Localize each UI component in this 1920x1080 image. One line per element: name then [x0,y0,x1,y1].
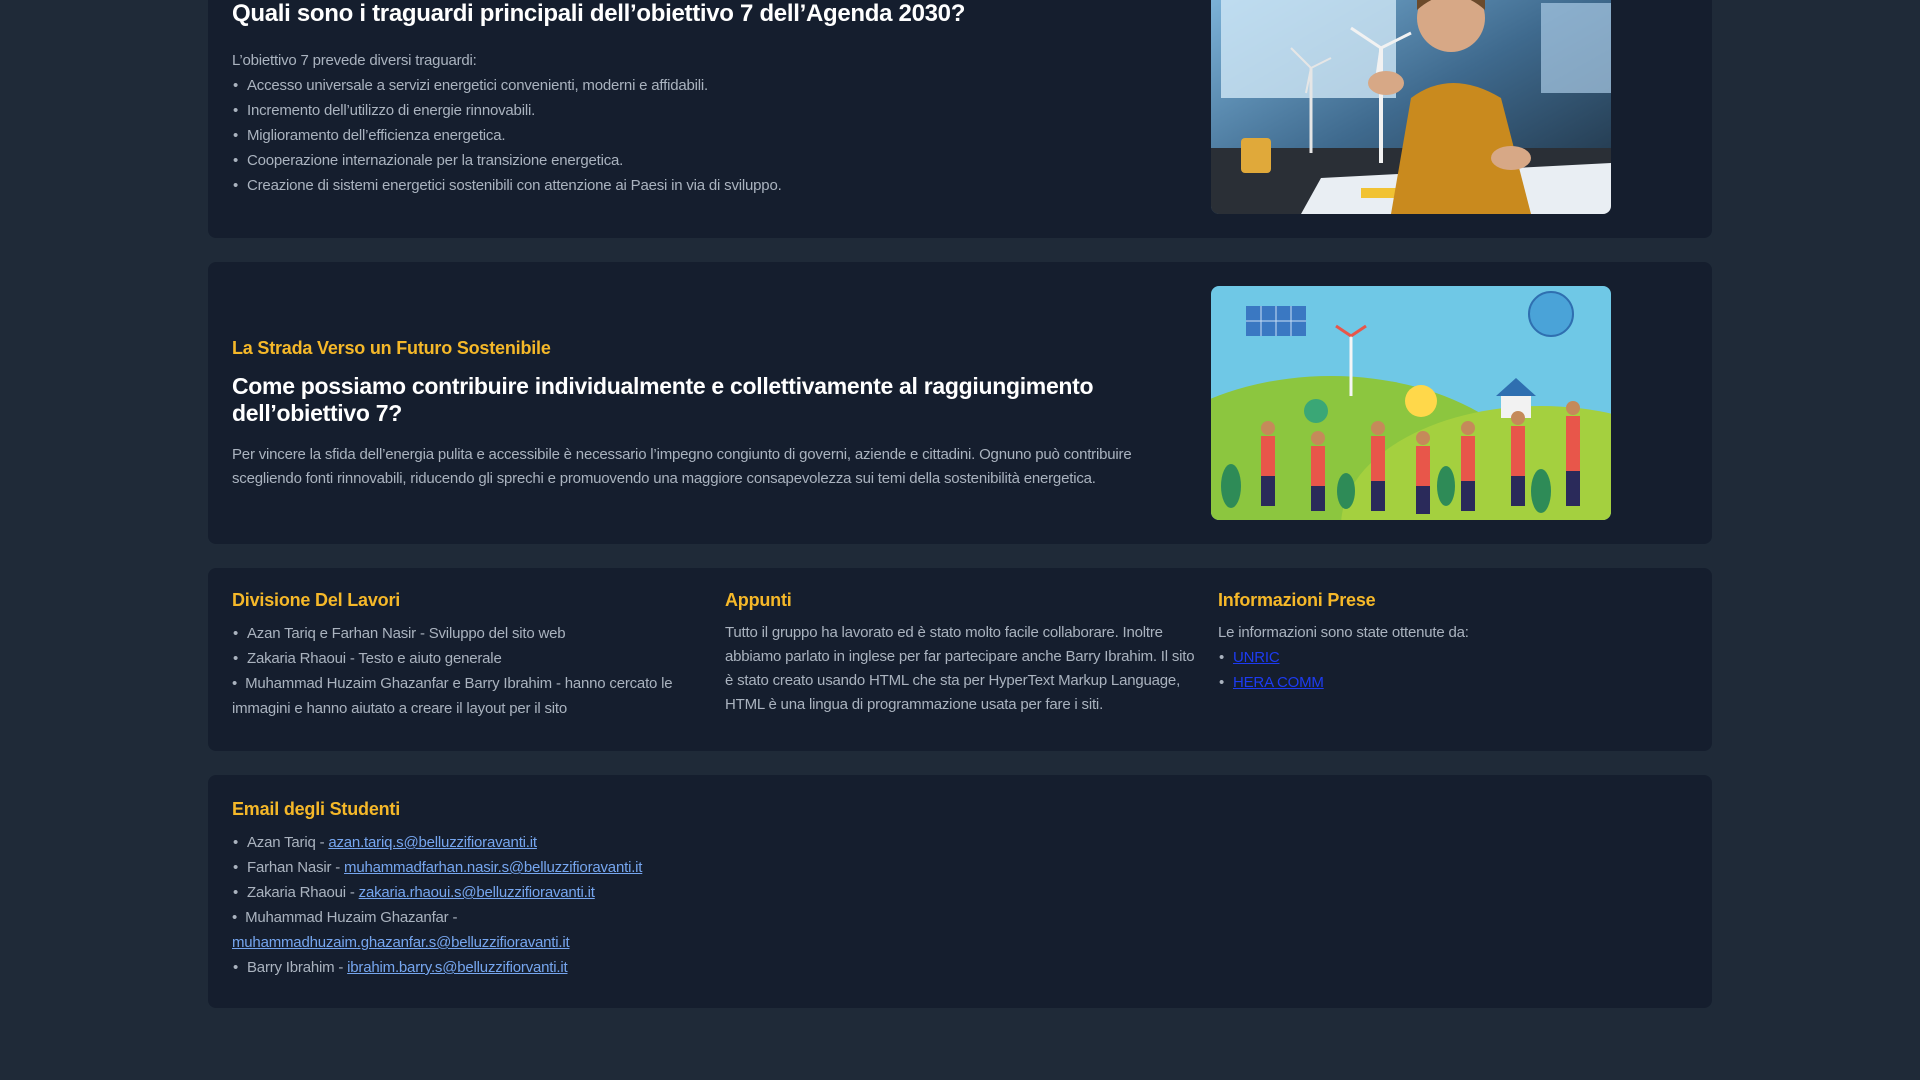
student-name: Farhan Nasir - [247,859,345,876]
goals-list: Accesso universale a servizi energetici … [232,73,1192,198]
list-item: Muhammad Huzaim Ghazanfar e Barry Ibrahi… [232,671,702,721]
student-name: Azan Tariq - [247,834,329,851]
sources-list: UNRIC HERA COMM [1218,645,1678,695]
notes-column: Appunti Tutto il gruppo ha lavorato ed è… [725,590,1195,717]
email-link[interactable]: ibrahim.barry.s@belluzzifiorvanti.it [347,959,568,976]
division-list: Azan Tariq e Farhan Nasir - Sviluppo del… [232,621,702,721]
notes-title: Appunti [725,590,792,610]
sources-column: Informazioni Prese Le informazioni sono … [1218,590,1678,695]
road-kicker: La Strada Verso un Futuro Sostenibile [232,338,551,358]
list-item: Barry Ibrahim - ibrahim.barry.s@belluzzi… [232,955,692,980]
notes-body: Tutto il gruppo ha lavorato ed è stato m… [725,624,1195,713]
source-link-hera-comm[interactable]: HERA COMM [1233,674,1324,691]
division-column: Divisione Del Lavori Azan Tariq e Farhan… [232,590,702,721]
road-body: Per vincere la sfida dell’energia pulita… [232,446,1132,487]
office-illustration [1211,0,1611,214]
student-name: Zakaria Rhaoui - [247,884,359,901]
list-item: Zakaria Rhaoui - Testo e aiuto generale [232,646,702,671]
road-title: Come possiamo contribuire individualment… [232,373,1094,426]
sources-title: Informazioni Prese [1218,590,1376,610]
list-item: Accesso universale a servizi energetici … [232,73,1192,98]
student-name: Muhammad Huzaim Ghazanfar - [245,909,458,926]
list-item: Zakaria Rhaoui - zakaria.rhaoui.s@belluz… [232,880,692,905]
list-item: HERA COMM [1218,670,1678,695]
sources-intro: Le informazioni sono state ottenute da: [1218,624,1469,641]
list-item: Azan Tariq e Farhan Nasir - Sviluppo del… [232,621,702,646]
goals-content: L’obiettivo 7 prevede diversi traguardi:… [232,48,1192,198]
emails-card: Email degli Studenti Azan Tariq - azan.t… [208,775,1712,1008]
emails-list: Azan Tariq - azan.tariq.s@belluzzifiorav… [232,830,692,980]
community-illustration [1211,286,1611,520]
road-card: La Strada Verso un Futuro Sostenibile Co… [208,262,1712,544]
list-item: Incremento dell’utilizzo di energie rinn… [232,98,1192,123]
list-item: Farhan Nasir - muhammadfarhan.nasir.s@be… [232,855,692,880]
list-item: Creazione di sistemi energetici sostenib… [232,173,1192,198]
source-link-unric[interactable]: UNRIC [1233,649,1280,666]
email-link[interactable]: muhammadfarhan.nasir.s@belluzzifioravant… [344,859,642,876]
list-item: Muhammad Huzaim Ghazanfar - muhammadhuza… [232,905,692,955]
goals-title: Quali sono i traguardi principali dell’o… [232,0,966,27]
list-item: Azan Tariq - azan.tariq.s@belluzzifiorav… [232,830,692,855]
email-link[interactable]: muhammadhuzaim.ghazanfar.s@belluzzifiora… [232,934,570,951]
goals-intro: L’obiettivo 7 prevede diversi traguardi: [232,52,477,69]
goals-card: Quali sono i traguardi principali dell’o… [208,0,1712,238]
list-item: Miglioramento dell’efficienza energetica… [232,123,1192,148]
student-name: Barry Ibrahim - [247,959,348,976]
division-title: Divisione Del Lavori [232,590,401,610]
office-wind-turbine-image [1211,0,1611,214]
emails-title: Email degli Studenti [232,799,401,819]
list-item: UNRIC [1218,645,1678,670]
email-link[interactable]: azan.tariq.s@belluzzifioravanti.it [328,834,537,851]
list-item: Cooperazione internazionale per la trans… [232,148,1192,173]
emails-content: Email degli Studenti Azan Tariq - azan.t… [232,799,692,980]
people-renewable-energy-image [1211,286,1611,520]
info-card: Divisione Del Lavori Azan Tariq e Farhan… [208,568,1712,751]
road-content: La Strada Verso un Futuro Sostenibile Co… [232,338,1202,491]
email-link[interactable]: zakaria.rhaoui.s@belluzzifioravanti.it [359,884,595,901]
